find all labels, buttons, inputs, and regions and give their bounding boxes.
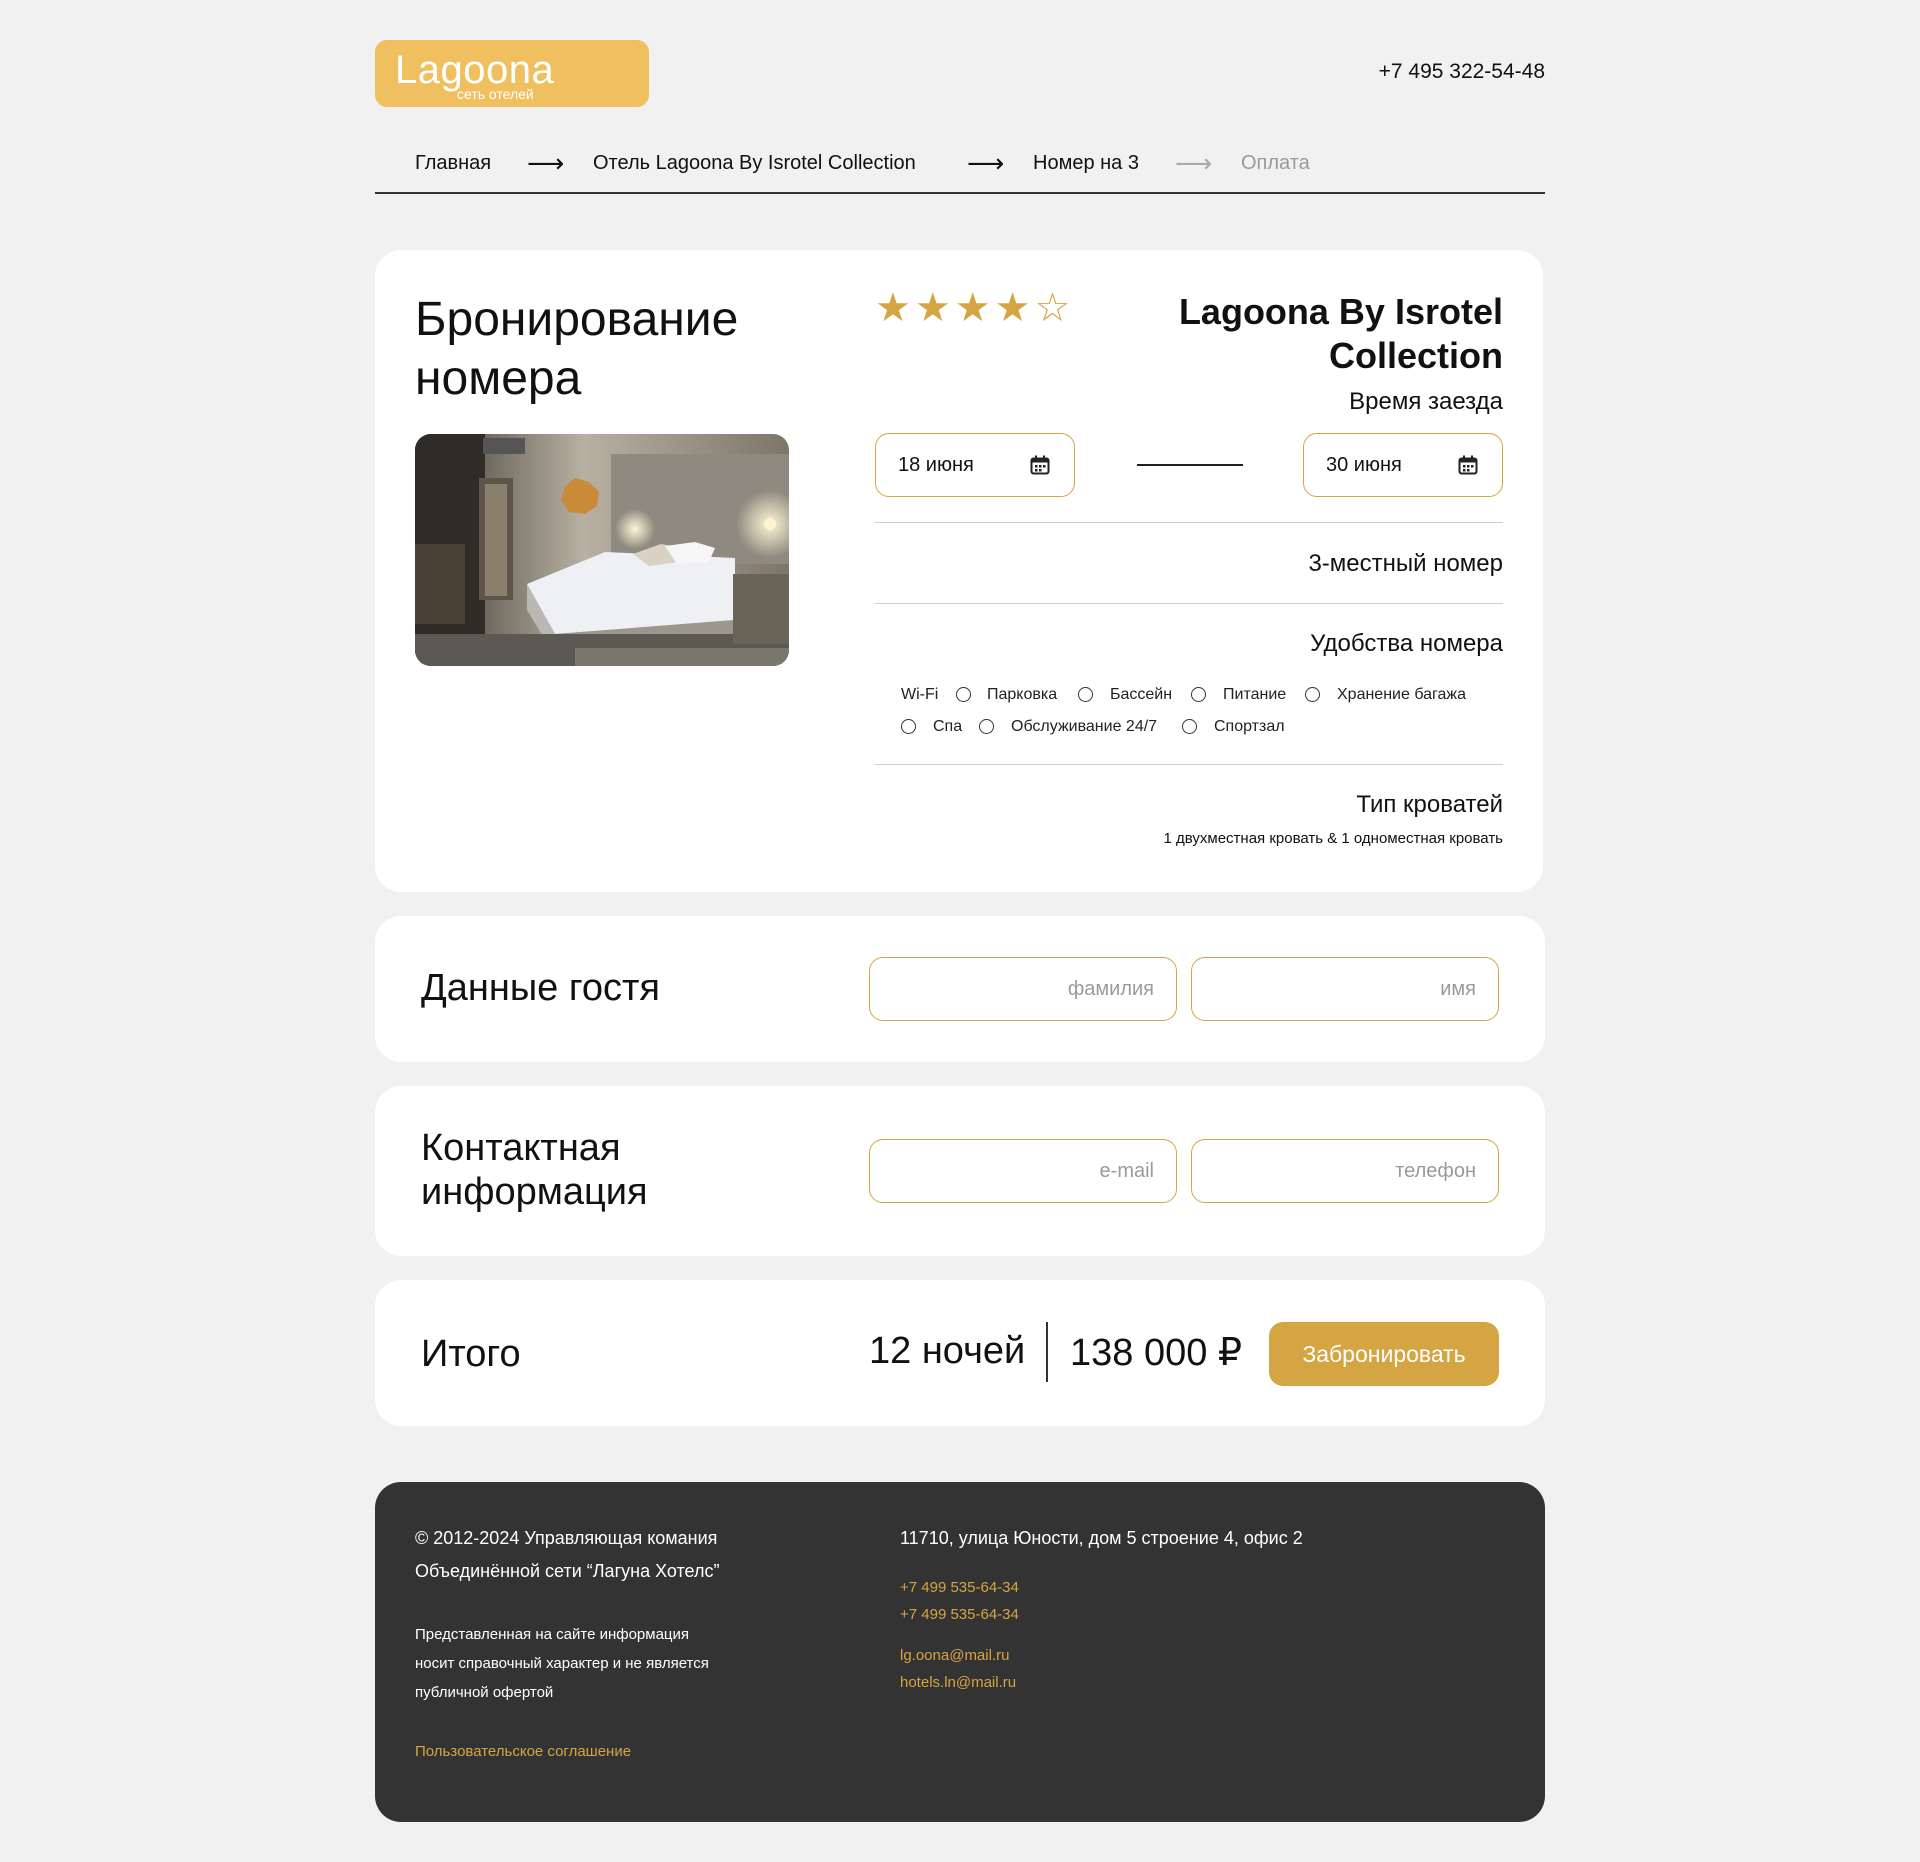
date-from-picker[interactable]: 18 июня <box>875 433 1075 497</box>
amenities-label: Удобства номера <box>1310 630 1503 657</box>
arrow-right-icon: ⟶ <box>967 148 1005 178</box>
star-filled-icon: ★ <box>994 286 1031 330</box>
booking-title-line1: Бронирование <box>415 293 739 346</box>
footer-email-1[interactable]: lg.oona@mail.ru <box>900 1642 1009 1669</box>
footer: © 2012-2024 Управляющая комания Объединё… <box>375 1482 1545 1822</box>
firstname-placeholder: имя <box>1440 978 1476 1000</box>
lastname-placeholder: фамилия <box>1067 978 1154 1000</box>
amenity-radio[interactable] <box>901 719 916 734</box>
beds-value: 1 двухместная кровать & 1 одноместная кр… <box>1163 830 1503 847</box>
amenity-pool: Бассейн <box>1110 686 1173 703</box>
footer-copyright-line1: © 2012-2024 Управляющая комания <box>415 1528 718 1548</box>
phone-input[interactable]: телефон <box>1191 1139 1499 1203</box>
amenity-luggage: Хранение багажа <box>1337 686 1466 703</box>
calendar-icon[interactable] <box>1458 455 1478 475</box>
divider <box>875 764 1503 765</box>
arrow-right-icon: ⟶ <box>1175 148 1213 178</box>
guest-card: Данные гостя фамилия имя <box>375 916 1545 1062</box>
footer-phone-2[interactable]: +7 499 535-64-34 <box>900 1601 1019 1628</box>
amenity-parking: Парковка <box>987 686 1058 703</box>
amenity-radio[interactable] <box>1305 687 1320 702</box>
total-title: Итого <box>421 1333 521 1375</box>
star-filled-icon: ★ <box>954 286 991 330</box>
room-type: 3-местный номер <box>1308 550 1503 577</box>
contact-card: Контактная информация e-mail телефон <box>375 1086 1545 1256</box>
lastname-input[interactable]: фамилия <box>869 957 1177 1021</box>
divider <box>875 522 1503 523</box>
breadcrumb-hotel[interactable]: Отель Lagoona By Isrotel Collection <box>593 152 916 175</box>
logo-subtitle: сеть отелей <box>457 86 534 102</box>
rating-stars: ★ ★ ★ ★ ☆ <box>875 288 1070 328</box>
footer-disclaimer-line3: публичной офертой <box>415 1684 554 1701</box>
calendar-icon[interactable] <box>1030 455 1050 475</box>
logo[interactable]: Lagoona сеть отелей <box>375 40 649 107</box>
star-filled-icon: ★ <box>875 286 911 330</box>
divider <box>875 603 1503 604</box>
amenity-radio[interactable] <box>1078 687 1093 702</box>
contact-title-line1: Контактная <box>421 1127 621 1169</box>
date-range-separator <box>1137 464 1243 466</box>
amenity-food: Питание <box>1223 686 1287 703</box>
booking-title-line2: номера <box>415 352 582 405</box>
date-to-picker[interactable]: 30 июня <box>1303 433 1503 497</box>
hotel-name-line2: Collection <box>1328 335 1503 376</box>
footer-disclaimer-line2: носит справочный характер и не является <box>415 1655 709 1672</box>
firstname-input[interactable]: имя <box>1191 957 1499 1021</box>
booking-card: Бронирование номера ★ ★ ★ ★ ☆ Lagoona By… <box>375 250 1543 892</box>
breadcrumb-home[interactable]: Главная <box>415 152 491 175</box>
star-empty-icon: ☆ <box>1034 286 1071 330</box>
header-phone[interactable]: +7 495 322-54-48 <box>1379 60 1545 84</box>
hotel-name-line1: Lagoona By Isrotel <box>1178 291 1503 332</box>
footer-address: 11710, улица Юности, дом 5 строение 4, о… <box>900 1528 1303 1548</box>
star-filled-icon: ★ <box>914 286 951 330</box>
date-from-value: 18 июня <box>898 454 974 476</box>
footer-email-2[interactable]: hotels.ln@mail.ru <box>900 1669 1016 1696</box>
amenity-service: Обслуживание 24/7 <box>1011 718 1158 735</box>
total-card: Итого 12 ночей 138 000 ₽ Забронировать <box>375 1280 1545 1426</box>
amenity-wifi: Wi-Fi <box>901 686 939 703</box>
total-price: 138 000 ₽ <box>1070 1332 1243 1374</box>
breadcrumb: Главная ⟶ Отель Lagoona By Isrotel Colle… <box>375 148 1545 194</box>
book-button[interactable]: Забронировать <box>1269 1322 1499 1386</box>
email-input[interactable]: e-mail <box>869 1139 1177 1203</box>
room-photo <box>415 434 789 666</box>
total-separator <box>1046 1322 1048 1382</box>
footer-agreement-link[interactable]: Пользовательское соглашение <box>415 1738 631 1765</box>
breadcrumb-payment: Оплата <box>1241 152 1310 174</box>
contact-title: Контактная информация <box>421 1126 648 1214</box>
footer-copyright-line2: Объединённой сети “Лагуна Хотелс” <box>415 1561 720 1581</box>
total-nights: 12 ночей <box>869 1330 1026 1372</box>
footer-disclaimer-line1: Представленная на сайте информация <box>415 1626 690 1643</box>
amenity-radio[interactable] <box>1182 719 1197 734</box>
amenity-gym: Спортзал <box>1214 718 1285 735</box>
phone-placeholder: телефон <box>1395 1160 1476 1182</box>
booking-title: Бронирование номера <box>415 290 738 408</box>
hotel-name: Lagoona By Isrotel Collection <box>1143 290 1503 378</box>
beds-label: Тип кроватей <box>1356 791 1503 818</box>
arrow-right-icon: ⟶ <box>527 148 565 178</box>
amenity-radio[interactable] <box>956 687 971 702</box>
amenity-radio[interactable] <box>1191 687 1206 702</box>
amenity-spa: Спа <box>933 718 963 735</box>
amenity-radio[interactable] <box>979 719 994 734</box>
breadcrumb-room[interactable]: Номер на 3 <box>1033 152 1139 175</box>
date-to-value: 30 июня <box>1326 454 1402 476</box>
email-placeholder: e-mail <box>1099 1160 1154 1182</box>
guest-title: Данные гостя <box>421 967 660 1009</box>
checkin-label: Время заезда <box>1349 388 1503 415</box>
footer-phone-1[interactable]: +7 499 535-64-34 <box>900 1574 1019 1601</box>
contact-title-line2: информация <box>421 1171 648 1213</box>
